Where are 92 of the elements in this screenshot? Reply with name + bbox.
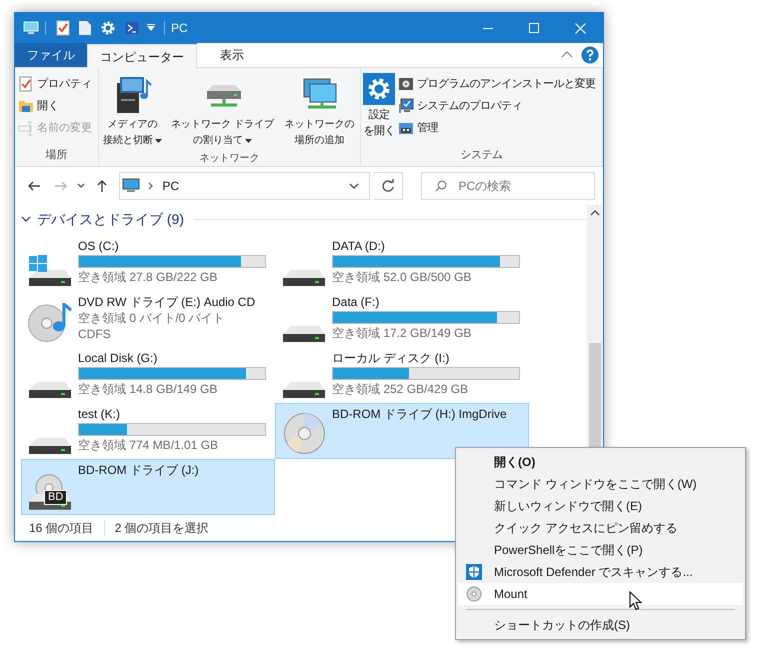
collapse-ribbon-icon[interactable] [561,50,573,60]
settings-icon [363,73,395,105]
ribbon-button[interactable]: ネットワークの 場所の追加 [282,73,358,149]
free-space: 空き領域 17.2 GB/149 GB [332,325,472,341]
ribbon-button[interactable]: 管理 [395,117,598,139]
drive-name: DVD RW ドライブ (E:) Audio CD [78,294,256,310]
disc-icon [284,413,324,454]
refresh-button[interactable] [374,172,404,200]
group-label: システム [460,148,504,162]
drive-icon [29,255,71,286]
document-icon[interactable] [78,20,92,36]
drive-icon [29,438,71,454]
free-space: 空き領域 0 バイト/0 バイト [78,310,226,326]
menu-item[interactable]: 新しいウィンドウで開く(E) [458,495,743,517]
search-field[interactable]: PCの検索 [421,172,595,200]
file-system: CDFS [78,326,112,342]
drive-icon [283,326,325,342]
drive-tile[interactable]: Data (F:) 空き領域 17.2 GB/149 GB [275,291,529,347]
ribbon-tab[interactable]: コンピューター [87,44,197,68]
ribbon-button[interactable]: プログラムのアンインストールと変更 [395,73,598,95]
disc-icon [466,586,482,602]
free-space: 空き領域 252 GB/429 GB [332,381,470,397]
section-title[interactable]: デバイスとドライブ (9) [37,208,184,230]
scroll-up-icon[interactable] [590,209,600,217]
drive-icon [283,382,325,398]
group-label: 場所 [44,148,68,162]
menu-item[interactable]: PowerShellをここで開く(P) [458,539,743,561]
drive-tile[interactable]: OS (C:) 空き領域 27.8 GB/222 GB [21,235,275,291]
checklist-icon[interactable] [56,20,70,36]
help-icon[interactable] [581,46,599,64]
disc-icon [28,303,72,342]
free-space: 空き領域 27.8 GB/222 GB [78,269,218,285]
menu-item[interactable]: コマンド ウィンドウをここで開く(W) [458,473,743,495]
forward-arrow-icon [54,179,68,193]
shield-icon [466,564,482,580]
menu-item[interactable]: ショートカットの作成(S) [458,614,743,636]
close-icon [574,22,586,34]
computer-icon [23,20,39,36]
ribbon-button[interactable]: 設定 を開く [364,73,394,146]
drive-name: OS (C:) [78,238,120,254]
terminal-icon[interactable] [124,21,140,35]
address-path: PC [162,178,180,195]
drive-tile[interactable]: DATA (D:) 空き領域 52.0 GB/500 GB [275,235,529,291]
chevron-down-icon [348,183,359,189]
free-space: 空き領域 14.8 GB/149 GB [78,381,218,397]
chevron-down-icon [77,183,86,189]
chevron-down-icon[interactable] [21,215,31,223]
ribbon-button[interactable]: メディアの 接続と切断 [102,73,164,149]
window-title: PC [171,20,188,37]
drive-name: BD-ROM ドライブ (J:) [78,462,199,478]
ribbon-button[interactable]: システムのプロパティ [395,95,598,117]
dropdown-caret-icon[interactable] [146,23,156,33]
drive-name: test (K:) [78,406,122,422]
computer-icon [122,178,140,194]
drive-name: Local Disk (G:) [78,350,158,366]
chevron-right-icon [148,182,154,190]
menu-item[interactable]: クイック アクセスにピン留めする [458,517,743,539]
drive-badge: BD [44,490,68,505]
back-arrow-icon [27,179,42,193]
refresh-icon [381,179,395,193]
properties-icon [18,76,34,92]
selection-count: 2 個の項目を選択 [114,520,209,537]
drive-tile[interactable]: Local Disk (G:) 空き領域 14.8 GB/149 GB [21,347,275,403]
drive-icon [29,382,71,398]
free-space: 空き領域 52.0 GB/500 GB [332,269,472,285]
drive-tile[interactable]: DVD RW ドライブ (E:) Audio CD 空き領域 0 バイト/0 バイト CDFS [21,291,275,347]
drive-name: Data (F:) [332,294,380,310]
drive-name: ローカル ディスク (I:) [332,350,450,366]
ribbon-button[interactable]: 開く [15,95,95,117]
drive-tile[interactable]: BD BD-ROM ドライブ (J:) [21,459,275,515]
drive-tile[interactable]: test (K:) 空き領域 774 MB/1.01 GB [21,403,275,459]
ribbon-button[interactable]: ネットワーク ドライブ の割り当て [168,73,276,149]
search-icon [435,180,448,192]
ribbon-tab[interactable]: 表示 [197,43,267,67]
address-bar[interactable]: PC [119,172,370,200]
dropdown-caret-icon [245,138,252,144]
free-space: 空き領域 774 MB/1.01 GB [78,437,220,453]
file-tab[interactable]: ファイル [15,43,87,67]
drive-icon [283,270,325,286]
mouse-cursor-icon [629,591,643,611]
menu-item[interactable]: Microsoft Defender でスキャンする... [458,561,743,583]
drive-tile[interactable]: ローカル ディスク (I:) 空き領域 252 GB/429 GB [275,347,529,403]
item-count: 16 個の項目 [29,520,94,537]
drive-name: DATA (D:) [332,238,386,254]
maximize-icon [529,23,539,33]
ribbon-button[interactable]: プロパティ [15,73,95,95]
settings-icon[interactable] [100,20,116,36]
dropdown-caret-icon [155,138,162,144]
drive-name: BD-ROM ドライブ (H:) ImgDrive [332,406,507,422]
folder-icon [18,98,34,114]
menu-item[interactable]: Mount [458,583,743,605]
group-label: ネットワーク [198,152,260,166]
